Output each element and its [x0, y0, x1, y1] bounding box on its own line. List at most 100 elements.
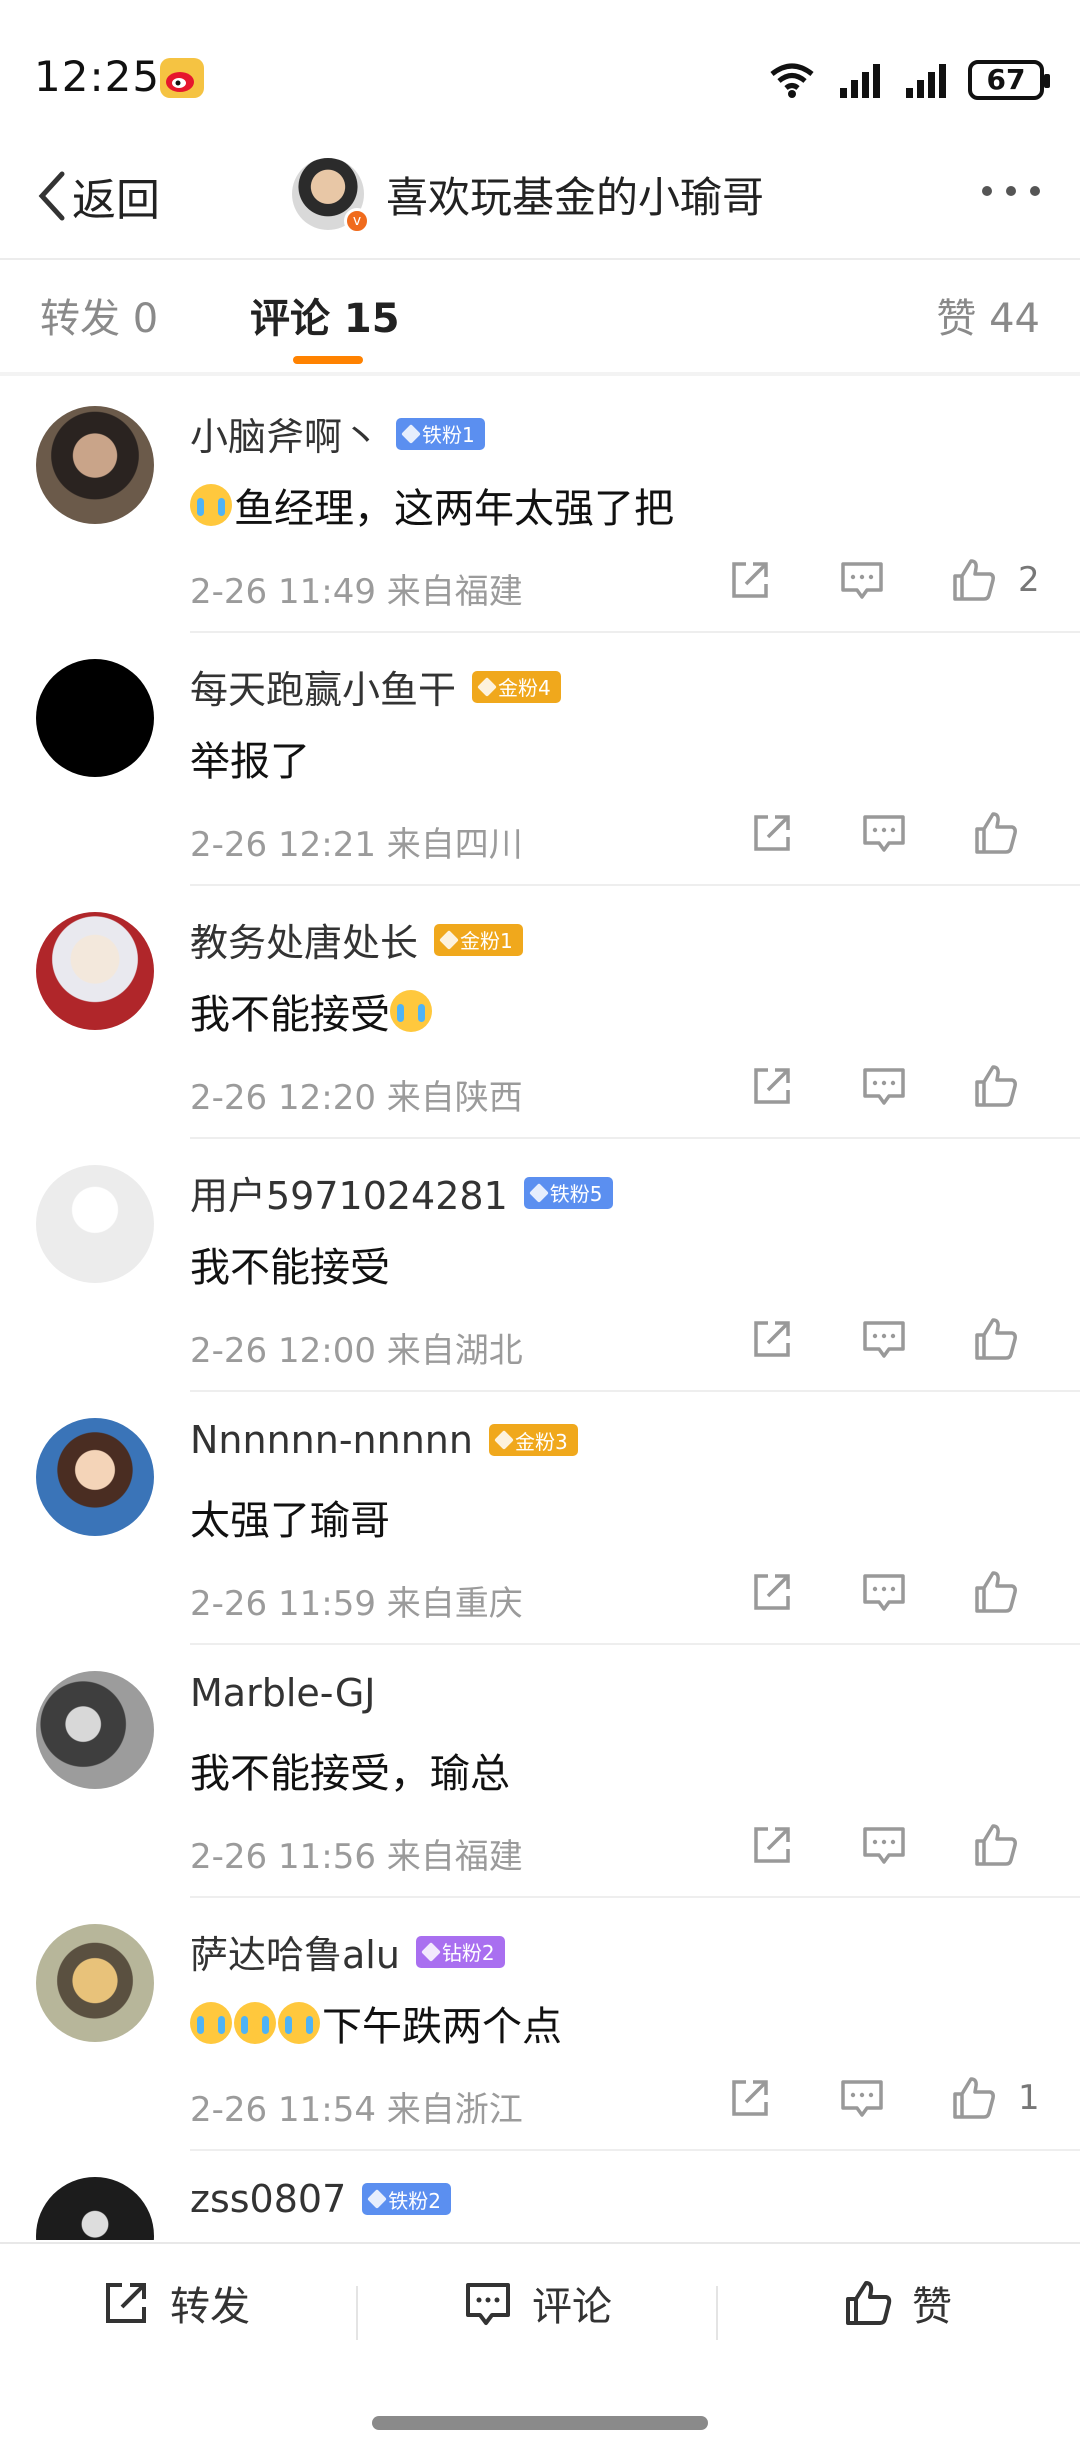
fan-badge: 钻粉2: [415, 1935, 505, 1968]
comment-username[interactable]: 用户5971024281: [190, 1165, 508, 1220]
status-icons: 67: [766, 58, 1050, 102]
comment-icon: [863, 1321, 905, 1358]
diamond-icon: [421, 1941, 441, 1962]
comment-text-content: 我不能接受: [190, 1245, 390, 1291]
like-button[interactable]: 赞: [842, 2274, 952, 2332]
comment-header: 教务处唐处长 金粉1: [190, 912, 523, 967]
thumbs-up-icon: [953, 2077, 995, 2119]
comment-like-button[interactable]: [966, 1309, 1026, 1369]
comment-item[interactable]: 小脑斧啊丶 铁粉1 鱼经理，这两年太强了把 2-26 11:49 来自福建 2: [0, 380, 1080, 633]
avatar[interactable]: [36, 406, 154, 524]
nav-title[interactable]: v 喜欢玩基金的小瑜哥: [292, 158, 764, 234]
crying-emoji-icon: [234, 2002, 276, 2044]
comment-username[interactable]: Nnnnnn-nnnnn: [190, 1418, 473, 1462]
comment-reply-button[interactable]: [832, 550, 892, 610]
battery-indicator: 67: [968, 60, 1050, 100]
comment-like-button[interactable]: [966, 1815, 1026, 1875]
fan-badge: 铁粉1: [396, 417, 485, 450]
comment-reply-button[interactable]: [854, 1815, 914, 1875]
share-icon: [732, 562, 768, 598]
comment-item[interactable]: Nnnnnn-nnnnn 金粉3 太强了瑜哥 2-26 11:59 来自重庆: [0, 1392, 1080, 1645]
comment-share-button[interactable]: [742, 1056, 802, 1116]
crying-emoji-icon: [190, 484, 232, 526]
share-icon: [754, 1321, 790, 1357]
comment-header: Nnnnnn-nnnnn 金粉3: [190, 1418, 578, 1462]
avatar[interactable]: [36, 2177, 154, 2240]
home-indicator[interactable]: [372, 2416, 708, 2430]
comment-username[interactable]: 小脑斧啊丶: [190, 406, 380, 461]
tab-likes[interactable]: 赞 44: [936, 286, 1040, 344]
comment-item[interactable]: 教务处唐处长 金粉1 我不能接受 2-26 12:20 来自陕西: [0, 886, 1080, 1139]
diamond-icon: [528, 1182, 549, 1203]
comment-item[interactable]: Marble-GJ 我不能接受，瑜总 2-26 11:56 来自福建: [0, 1645, 1080, 1898]
avatar[interactable]: [36, 1418, 154, 1536]
fan-badge-label: 金粉4: [498, 676, 551, 700]
comment-icon: [863, 1574, 905, 1611]
avatar[interactable]: [36, 912, 154, 1030]
more-options-button[interactable]: [982, 186, 1040, 196]
comment-like-button[interactable]: [966, 1056, 1026, 1116]
comment-share-button[interactable]: [742, 803, 802, 863]
active-tab-indicator: [293, 356, 363, 364]
fan-badge-label: 钻粉2: [441, 1941, 495, 1965]
comment-username[interactable]: 萨达哈鲁alu: [190, 1924, 400, 1979]
comment-item[interactable]: zss0807 铁粉2: [0, 2151, 1080, 2240]
repost-button[interactable]: 转发: [100, 2274, 250, 2332]
comment-text-content: 我不能接受: [190, 992, 390, 1038]
comment-item[interactable]: 萨达哈鲁alu 钻粉2 下午跌两个点 2-26 11:54 来自浙江 1: [0, 1898, 1080, 2151]
avatar[interactable]: [36, 1924, 154, 2042]
comment-meta: 2-26 12:20 来自陕西: [190, 1078, 523, 1118]
comment-item[interactable]: 每天跑赢小鱼干 金粉4 举报了 2-26 12:21 来自四川: [0, 633, 1080, 886]
comment-reply-button[interactable]: [854, 1562, 914, 1622]
comment-text: 我不能接受，瑜总: [190, 1741, 510, 1799]
fan-badge-label: 铁粉5: [549, 1182, 603, 1206]
avatar[interactable]: [36, 659, 154, 777]
chevron-left-icon: [38, 171, 65, 221]
comment-reply-button[interactable]: [854, 1056, 914, 1116]
comment-like-button[interactable]: [944, 2068, 1004, 2128]
comment-header: 小脑斧啊丶 铁粉1: [190, 406, 485, 461]
comment-share-button[interactable]: [720, 2068, 780, 2128]
comment-icon: [863, 815, 905, 852]
comment-icon: [863, 1068, 905, 1105]
comment-username[interactable]: 每天跑赢小鱼干: [190, 659, 456, 714]
comment-actions: [742, 803, 1026, 863]
diamond-icon: [401, 423, 421, 444]
comment-header: zss0807 铁粉2: [190, 2177, 451, 2221]
comment-like-button[interactable]: [944, 550, 1004, 610]
back-button[interactable]: 返回: [36, 164, 160, 228]
comment-share-button[interactable]: [742, 1562, 802, 1622]
avatar[interactable]: [36, 1671, 154, 1789]
signal-icon: [840, 64, 880, 98]
comment-text: 我不能接受: [190, 1235, 390, 1293]
avatar[interactable]: [36, 1165, 154, 1283]
tab-comments[interactable]: 评论 15: [250, 286, 400, 344]
comment-meta: 2-26 11:54 来自浙江: [190, 2090, 523, 2130]
diamond-icon: [494, 1430, 514, 1450]
comment-item[interactable]: 用户5971024281 铁粉5 我不能接受 2-26 12:00 来自湖北: [0, 1139, 1080, 1392]
comment-username[interactable]: Marble-GJ: [190, 1671, 376, 1715]
comment-like-button[interactable]: [966, 1562, 1026, 1622]
like-label: 赞: [912, 2284, 952, 2330]
comment-share-button[interactable]: [742, 1815, 802, 1875]
comment-text-content: 我不能接受，瑜总: [190, 1751, 510, 1797]
comment-meta: 2-26 12:21 来自四川: [190, 825, 523, 865]
status-bar: 12:25 67: [0, 0, 1080, 150]
comment-like-button[interactable]: [966, 803, 1026, 863]
comment-meta: 2-26 11:59 来自重庆: [190, 1584, 523, 1624]
thumbs-up-icon: [846, 2281, 892, 2325]
comment-reply-button[interactable]: [832, 2068, 892, 2128]
comment-meta: 2-26 12:00 来自湖北: [190, 1331, 523, 1371]
tab-repost[interactable]: 转发 0: [40, 286, 158, 344]
comment-header: Marble-GJ: [190, 1671, 376, 1715]
comment-button[interactable]: 评论: [462, 2274, 612, 2332]
comment-share-button[interactable]: [720, 550, 780, 610]
comment-share-button[interactable]: [742, 1309, 802, 1369]
comment-reply-button[interactable]: [854, 803, 914, 863]
diamond-icon: [439, 929, 459, 950]
comment-username[interactable]: 教务处唐处长: [190, 912, 418, 967]
comment-username[interactable]: zss0807: [190, 2177, 346, 2221]
comment-header: 萨达哈鲁alu 钻粉2: [190, 1924, 505, 1979]
comment-reply-button[interactable]: [854, 1309, 914, 1369]
divider: [356, 2286, 358, 2340]
